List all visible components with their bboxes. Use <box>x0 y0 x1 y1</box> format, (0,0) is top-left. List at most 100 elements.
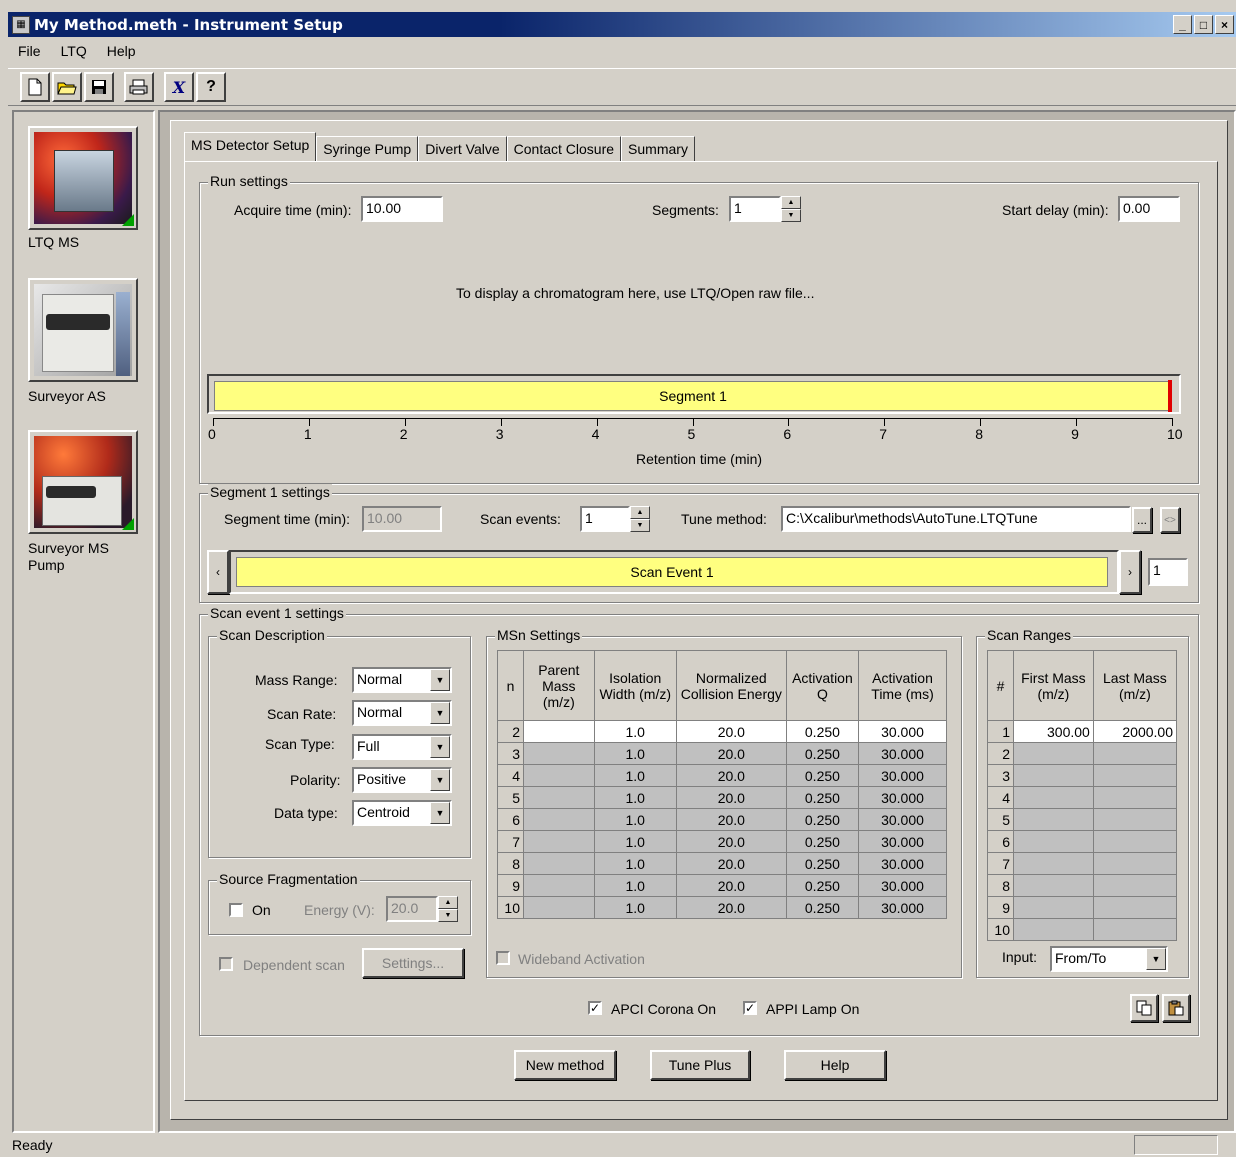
scan-event-1-bar[interactable]: Scan Event 1 <box>236 557 1108 587</box>
new-file-icon[interactable] <box>20 72 50 102</box>
scan-range-cell <box>1013 742 1094 765</box>
scan-range-cell <box>1013 918 1094 941</box>
chevron-down-icon[interactable]: ▼ <box>430 702 450 724</box>
toolbar: X ? <box>8 68 1236 106</box>
tab-divert-valve[interactable]: Divert Valve <box>418 136 507 162</box>
copy-icon[interactable] <box>1130 994 1158 1022</box>
msn-cell: 20.0 <box>675 786 787 809</box>
msn-cell: 1.0 <box>593 874 677 897</box>
axis-tick-label: 0 <box>208 426 216 442</box>
msn-cell <box>523 896 595 919</box>
acquire-time-input[interactable]: 10.00 <box>361 196 443 222</box>
msn-row: 5 1.0 20.0 0.250 30.000 <box>497 786 947 809</box>
msn-cell: 1.0 <box>593 808 677 831</box>
scan-range-row: 4 <box>987 786 1178 809</box>
tune-method-input[interactable]: C:\Xcalibur\methods\AutoTune.LTQTune <box>781 506 1131 532</box>
scan-range-index: 6 <box>987 830 1014 853</box>
open-folder-icon[interactable] <box>52 72 82 102</box>
energy-label: Energy (V): <box>304 902 375 918</box>
msn-cell[interactable]: 0.250 <box>785 720 860 743</box>
scan-range-cell <box>1092 786 1178 809</box>
segments-stepper[interactable]: ▲ ▼ <box>781 196 801 222</box>
scan-rate-select[interactable]: Normal ▼ <box>352 700 452 726</box>
apci-corona-checkbox[interactable]: ✓ <box>588 1001 602 1015</box>
msn-row-index: 9 <box>497 874 524 897</box>
msn-cell: 20.0 <box>675 808 787 831</box>
acquire-time-label: Acquire time (min): <box>234 202 352 218</box>
new-method-button[interactable]: New method <box>514 1050 616 1080</box>
chevron-down-icon[interactable]: ▼ <box>430 669 450 691</box>
menu-ltq[interactable]: LTQ <box>51 43 97 59</box>
save-icon[interactable] <box>84 72 114 102</box>
surveyor-ms-pump-instrument[interactable] <box>28 430 138 534</box>
input-mode-select[interactable]: From/To ▼ <box>1050 946 1168 972</box>
mass-range-select[interactable]: Normal ▼ <box>352 667 452 693</box>
scan-range-cell <box>1013 874 1094 897</box>
msn-row: 3 1.0 20.0 0.250 30.000 <box>497 742 947 765</box>
msn-cell[interactable]: 1.0 <box>593 720 677 743</box>
scan-range-cell[interactable]: 2000.00 <box>1092 720 1178 743</box>
msn-row-index: 4 <box>497 764 524 787</box>
chevron-down-icon[interactable]: ▼ <box>430 769 450 791</box>
settings-button: Settings... <box>362 948 464 978</box>
msn-cell[interactable] <box>523 720 595 743</box>
scan-event-next-button[interactable]: › <box>1119 550 1141 594</box>
scan-type-select[interactable]: Full ▼ <box>352 734 452 760</box>
scan-range-cell <box>1013 764 1094 787</box>
print-icon[interactable] <box>124 72 154 102</box>
chevron-down-icon[interactable]: ▼ <box>430 736 450 758</box>
paste-icon[interactable] <box>1162 994 1190 1022</box>
help-button[interactable]: Help <box>784 1050 886 1080</box>
msn-row: 4 1.0 20.0 0.250 30.000 <box>497 764 947 787</box>
scan-range-cell[interactable]: 300.00 <box>1013 720 1094 743</box>
segment-end-marker[interactable] <box>1168 380 1172 412</box>
start-delay-input[interactable]: 0.00 <box>1118 196 1180 222</box>
browse-tune-button[interactable]: ... <box>1132 507 1152 533</box>
tab-contact-closure[interactable]: Contact Closure <box>506 136 622 162</box>
msn-row-index: 7 <box>497 830 524 853</box>
msn-cell: 1.0 <box>593 830 677 853</box>
scan-event-index-input[interactable]: 1 <box>1148 558 1188 586</box>
minimize-button[interactable]: _ <box>1173 15 1192 34</box>
tab-ms-detector-setup[interactable]: MS Detector Setup <box>184 132 317 162</box>
chevron-down-icon[interactable]: ▼ <box>430 802 450 824</box>
surveyor-as-instrument[interactable] <box>28 278 138 382</box>
close-button[interactable]: × <box>1215 15 1234 34</box>
chevron-down-icon[interactable]: ▼ <box>1146 948 1166 970</box>
polarity-select[interactable]: Positive ▼ <box>352 767 452 793</box>
msn-cell <box>523 764 595 787</box>
scan-events-input[interactable]: 1 <box>580 506 630 532</box>
segments-label: Segments: <box>652 202 719 218</box>
data-type-select[interactable]: Centroid ▼ <box>352 800 452 826</box>
segment-settings-title: Segment 1 settings <box>208 484 332 500</box>
maximize-button[interactable]: □ <box>1194 15 1213 34</box>
scan-event-prev-button[interactable]: ‹ <box>207 550 229 594</box>
help-icon[interactable]: ? <box>196 72 226 102</box>
scan-range-index: 2 <box>987 742 1014 765</box>
axis-tick-label: 5 <box>687 426 696 442</box>
source-frag-on-checkbox[interactable] <box>229 903 243 917</box>
menu-bar: File LTQ Help <box>8 38 1236 64</box>
menu-file[interactable]: File <box>8 43 51 59</box>
tab-summary[interactable]: Summary <box>621 136 695 162</box>
scan-events-stepper[interactable]: ▲ ▼ <box>630 506 650 532</box>
scan-range-index: 5 <box>987 808 1014 831</box>
msn-cell: 20.0 <box>675 852 787 875</box>
segments-input[interactable]: 1 <box>729 196 781 222</box>
segment-1-bar[interactable]: Segment 1 <box>214 381 1172 411</box>
axis-tick <box>980 418 982 426</box>
tune-plus-button[interactable]: Tune Plus <box>650 1050 750 1080</box>
msn-cell[interactable]: 20.0 <box>675 720 787 743</box>
menu-help[interactable]: Help <box>97 43 146 59</box>
energy-stepper: ▲ ▼ <box>438 896 458 922</box>
tune-link-icon[interactable]: <> <box>1160 507 1180 533</box>
dependent-scan-checkbox <box>219 957 233 971</box>
tab-syringe-pump[interactable]: Syringe Pump <box>316 136 419 162</box>
cut-icon[interactable]: X <box>164 72 194 102</box>
msn-row-index: 2 <box>497 720 524 743</box>
ltq-ms-instrument[interactable] <box>28 126 138 230</box>
axis-tick <box>692 418 694 426</box>
msn-cell[interactable]: 30.000 <box>858 720 947 743</box>
appi-lamp-checkbox[interactable]: ✓ <box>743 1001 757 1015</box>
ltq-ms-image <box>34 132 134 226</box>
